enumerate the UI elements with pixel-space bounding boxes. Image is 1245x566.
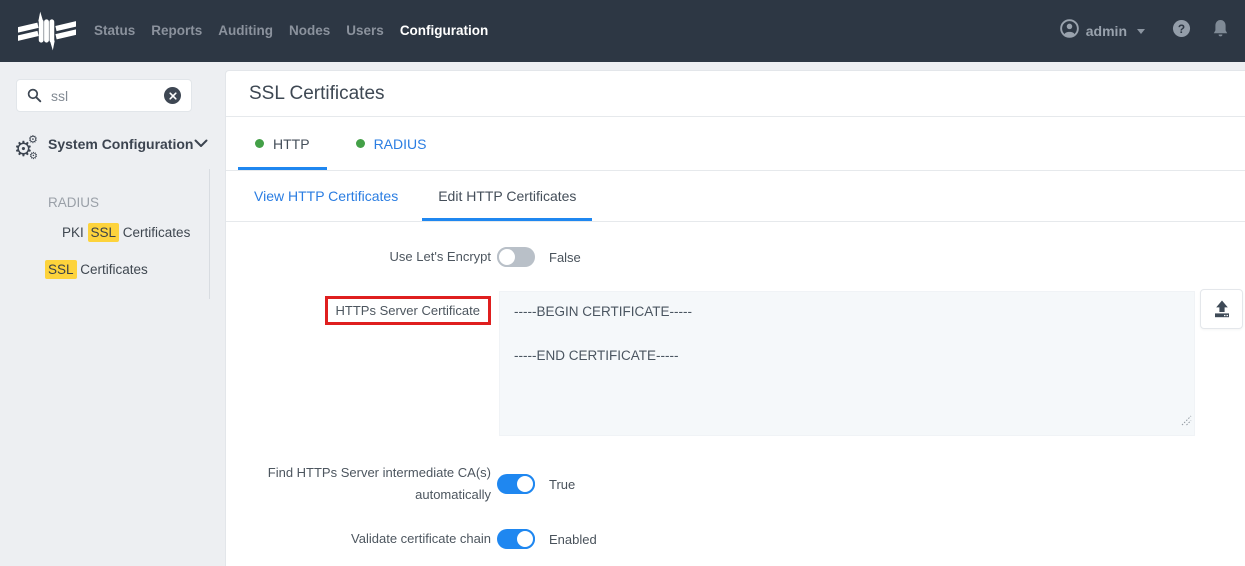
lets-encrypt-row: Use Let's Encrypt False — [226, 246, 1245, 268]
validate-chain-row: Validate certificate chain Enabled — [226, 528, 1245, 550]
nav-item-auditing[interactable]: Auditing — [210, 0, 281, 62]
top-navbar: Status Reports Auditing Nodes Users Conf… — [0, 0, 1245, 62]
toggle-knob — [497, 247, 517, 267]
zpe-logo-icon[interactable] — [18, 11, 76, 51]
bell-icon — [1212, 19, 1229, 43]
tab-http[interactable]: HTTP — [238, 117, 327, 170]
lets-encrypt-label: Use Let's Encrypt — [226, 246, 491, 268]
toggle-knob — [515, 529, 535, 549]
sidebar-item-ssl-certificates[interactable]: SSL Certificates — [45, 262, 148, 277]
green-status-dot-icon — [356, 139, 365, 148]
intermediate-ca-toggle[interactable] — [497, 474, 535, 494]
subtab-edit-http-certificates[interactable]: Edit HTTP Certificates — [422, 171, 592, 221]
caret-down-icon — [1137, 29, 1145, 34]
sidebar-section-radius: RADIUS — [48, 195, 99, 210]
main-content-panel: SSL Certificates HTTP RADIUS View HTTP C… — [225, 70, 1245, 566]
sidebar-item-system-configuration[interactable]: ⚙ ⚙ ⚙ System Configuration — [14, 133, 210, 155]
tabs-bar: HTTP RADIUS — [226, 117, 1245, 171]
sidebar: ⚙ ⚙ ⚙ System Configuration RADIUS PKI SS… — [0, 62, 225, 566]
validate-chain-toggle[interactable] — [497, 529, 535, 549]
tab-label: RADIUS — [374, 136, 427, 152]
intermediate-ca-row: Find HTTPs Server intermediate CA(s) aut… — [226, 462, 1245, 506]
svg-text:?: ? — [1178, 22, 1185, 36]
validate-chain-value: Enabled — [549, 532, 597, 547]
intermediate-ca-label: Find HTTPs Server intermediate CA(s) aut… — [226, 462, 491, 506]
search-match-highlight: SSL — [45, 260, 77, 279]
server-certificate-label: HTTPs Server Certificate — [336, 303, 480, 318]
search-icon — [27, 88, 42, 103]
search-input[interactable] — [51, 88, 164, 104]
server-certificate-row: HTTPs Server Certificate -----BEGIN CERT… — [226, 291, 1245, 436]
annotation-red-box: HTTPs Server Certificate — [325, 296, 491, 325]
upload-icon — [1212, 300, 1232, 318]
subtab-label: View HTTP Certificates — [254, 188, 398, 204]
sidebar-divider-line — [209, 169, 210, 299]
chevron-down-icon[interactable] — [194, 135, 208, 153]
lets-encrypt-value: False — [549, 250, 581, 265]
page-title: SSL Certificates — [249, 83, 385, 105]
tab-label: HTTP — [273, 136, 310, 152]
item-text: Certificates — [77, 262, 148, 277]
item-text: Certificates — [119, 225, 190, 240]
nav-item-reports[interactable]: Reports — [143, 0, 210, 62]
page-header: SSL Certificates — [226, 71, 1245, 117]
navbar-right: admin ? — [1060, 19, 1229, 43]
tab-radius[interactable]: RADIUS — [339, 117, 444, 170]
validate-chain-label: Validate certificate chain — [226, 528, 491, 550]
subtab-view-http-certificates[interactable]: View HTTP Certificates — [238, 171, 414, 221]
nav-item-nodes[interactable]: Nodes — [281, 0, 338, 62]
intermediate-ca-value: True — [549, 477, 575, 492]
subtab-label: Edit HTTP Certificates — [438, 188, 576, 204]
lets-encrypt-toggle[interactable] — [497, 247, 535, 267]
search-match-highlight: SSL — [88, 223, 120, 242]
subtabs-bar: View HTTP Certificates Edit HTTP Certifi… — [226, 171, 1245, 222]
sidebar-group-label: System Configuration — [48, 133, 194, 155]
notifications-button[interactable] — [1212, 19, 1229, 43]
green-status-dot-icon — [255, 139, 264, 148]
user-menu[interactable]: admin — [1060, 19, 1145, 43]
nav-item-configuration[interactable]: Configuration — [392, 0, 496, 62]
main-navigation: Status Reports Auditing Nodes Users Conf… — [86, 0, 496, 62]
user-name: admin — [1086, 23, 1127, 39]
help-icon: ? — [1172, 19, 1191, 43]
nav-item-status[interactable]: Status — [86, 0, 143, 62]
server-certificate-textarea[interactable]: -----BEGIN CERTIFICATE----- -----END CER… — [499, 291, 1195, 436]
gears-icon: ⚙ ⚙ ⚙ — [14, 133, 48, 155]
toggle-knob — [515, 474, 535, 494]
item-text: PKI — [62, 225, 88, 240]
user-icon — [1060, 19, 1079, 43]
sidebar-search-box — [16, 79, 192, 112]
upload-certificate-button[interactable] — [1200, 289, 1243, 329]
clear-search-icon[interactable] — [164, 87, 181, 104]
sidebar-item-pki-ssl-certificates[interactable]: PKI SSL Certificates — [62, 225, 190, 240]
nav-item-users[interactable]: Users — [338, 0, 392, 62]
help-button[interactable]: ? — [1172, 19, 1191, 43]
